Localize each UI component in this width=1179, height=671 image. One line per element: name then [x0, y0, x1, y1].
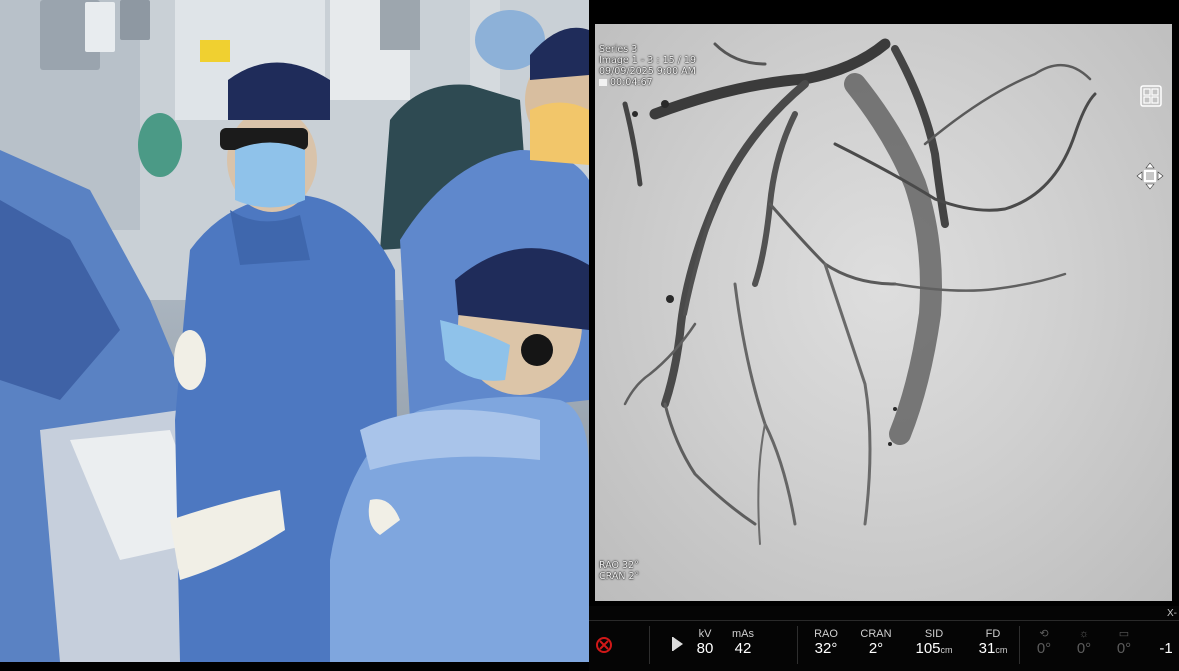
dim-icon-2: ☼: [1078, 628, 1090, 640]
image-index: Image 1 - 3 : 15 / 19: [599, 55, 696, 66]
status-divider: [649, 626, 650, 664]
gantry-angle-info: RAO 32° CRAN 2°: [599, 560, 639, 582]
status-bar-divider: [589, 620, 1179, 621]
dim-readout-4: -1: [1155, 628, 1177, 658]
dim-readout-3: ▭ 0°: [1114, 628, 1134, 658]
status-divider: [1019, 626, 1020, 664]
mas-label: mAs: [732, 628, 754, 640]
grid-layout-icon[interactable]: [1140, 85, 1162, 107]
video-frame: Series 3 Image 1 - 3 : 15 / 19 09/09/202…: [0, 0, 1179, 671]
coronary-angiogram-image[interactable]: Series 3 Image 1 - 3 : 15 / 19 09/09/202…: [595, 24, 1172, 601]
rao-readout: RAO 32°: [811, 628, 841, 658]
sid-value-row: 105cm: [911, 640, 957, 659]
rao-value: 32°: [814, 640, 838, 657]
dim-readout-1: ⟲ 0°: [1034, 628, 1054, 658]
dim-value-2: 0°: [1076, 640, 1092, 657]
sid-unit: cm: [940, 645, 953, 655]
angiography-viewer[interactable]: Series 3 Image 1 - 3 : 15 / 19 09/09/202…: [589, 0, 1179, 671]
sid-value: 105: [915, 640, 941, 657]
status-divider: [797, 626, 798, 664]
dim-icon-4: [1155, 628, 1177, 640]
acquisition-datetime: 09/09/2025 9:00 AM: [599, 66, 696, 77]
mas-value: 42: [734, 640, 752, 657]
rao-label: RAO: [814, 628, 838, 640]
fd-value: 31: [978, 640, 996, 657]
cran-label: CRAN: [860, 628, 892, 640]
cine-timer-row: 00:04:67: [599, 77, 696, 88]
move-icon[interactable]: [1136, 162, 1164, 190]
kv-readout: kV 80: [694, 628, 716, 658]
acquisition-status-bar: X- kV 80 mAs 42 RAO 32° CRAN 2° SID 105c…: [589, 606, 1179, 671]
play-icon[interactable]: [672, 636, 684, 652]
sid-label: SID: [924, 628, 944, 640]
fd-unit: cm: [995, 645, 1008, 655]
cine-timer: 00:04:67: [610, 77, 653, 88]
rao-angle-text: RAO 32°: [599, 560, 639, 571]
dim-icon-1: ⟲: [1039, 628, 1049, 640]
cran-readout: CRAN 2°: [859, 628, 893, 658]
sid-readout: SID 105cm: [911, 628, 957, 659]
operating-room-camera-feed: [0, 0, 589, 662]
kv-label: kV: [698, 628, 712, 640]
kv-value: 80: [696, 640, 714, 657]
xray-off-icon[interactable]: [595, 636, 613, 654]
dim-value-4: -1: [1159, 640, 1173, 657]
fd-label: FD: [985, 628, 1001, 640]
fd-readout: FD 31cm: [973, 628, 1013, 659]
mas-readout: mAs 42: [726, 628, 760, 658]
series-info: Series 3 Image 1 - 3 : 15 / 19 09/09/202…: [599, 44, 696, 88]
fd-value-row: 31cm: [973, 640, 1013, 659]
cine-indicator-icon: [599, 79, 607, 86]
dim-value-1: 0°: [1036, 640, 1052, 657]
dim-readout-2: ☼ 0°: [1074, 628, 1094, 658]
cran-value: 2°: [868, 640, 884, 657]
x-label: X-: [1167, 608, 1177, 619]
cran-angle-text: CRAN 2°: [599, 571, 640, 582]
series-label: Series 3: [599, 44, 638, 55]
dim-value-3: 0°: [1116, 640, 1132, 657]
dim-icon-3: ▭: [1118, 628, 1130, 640]
